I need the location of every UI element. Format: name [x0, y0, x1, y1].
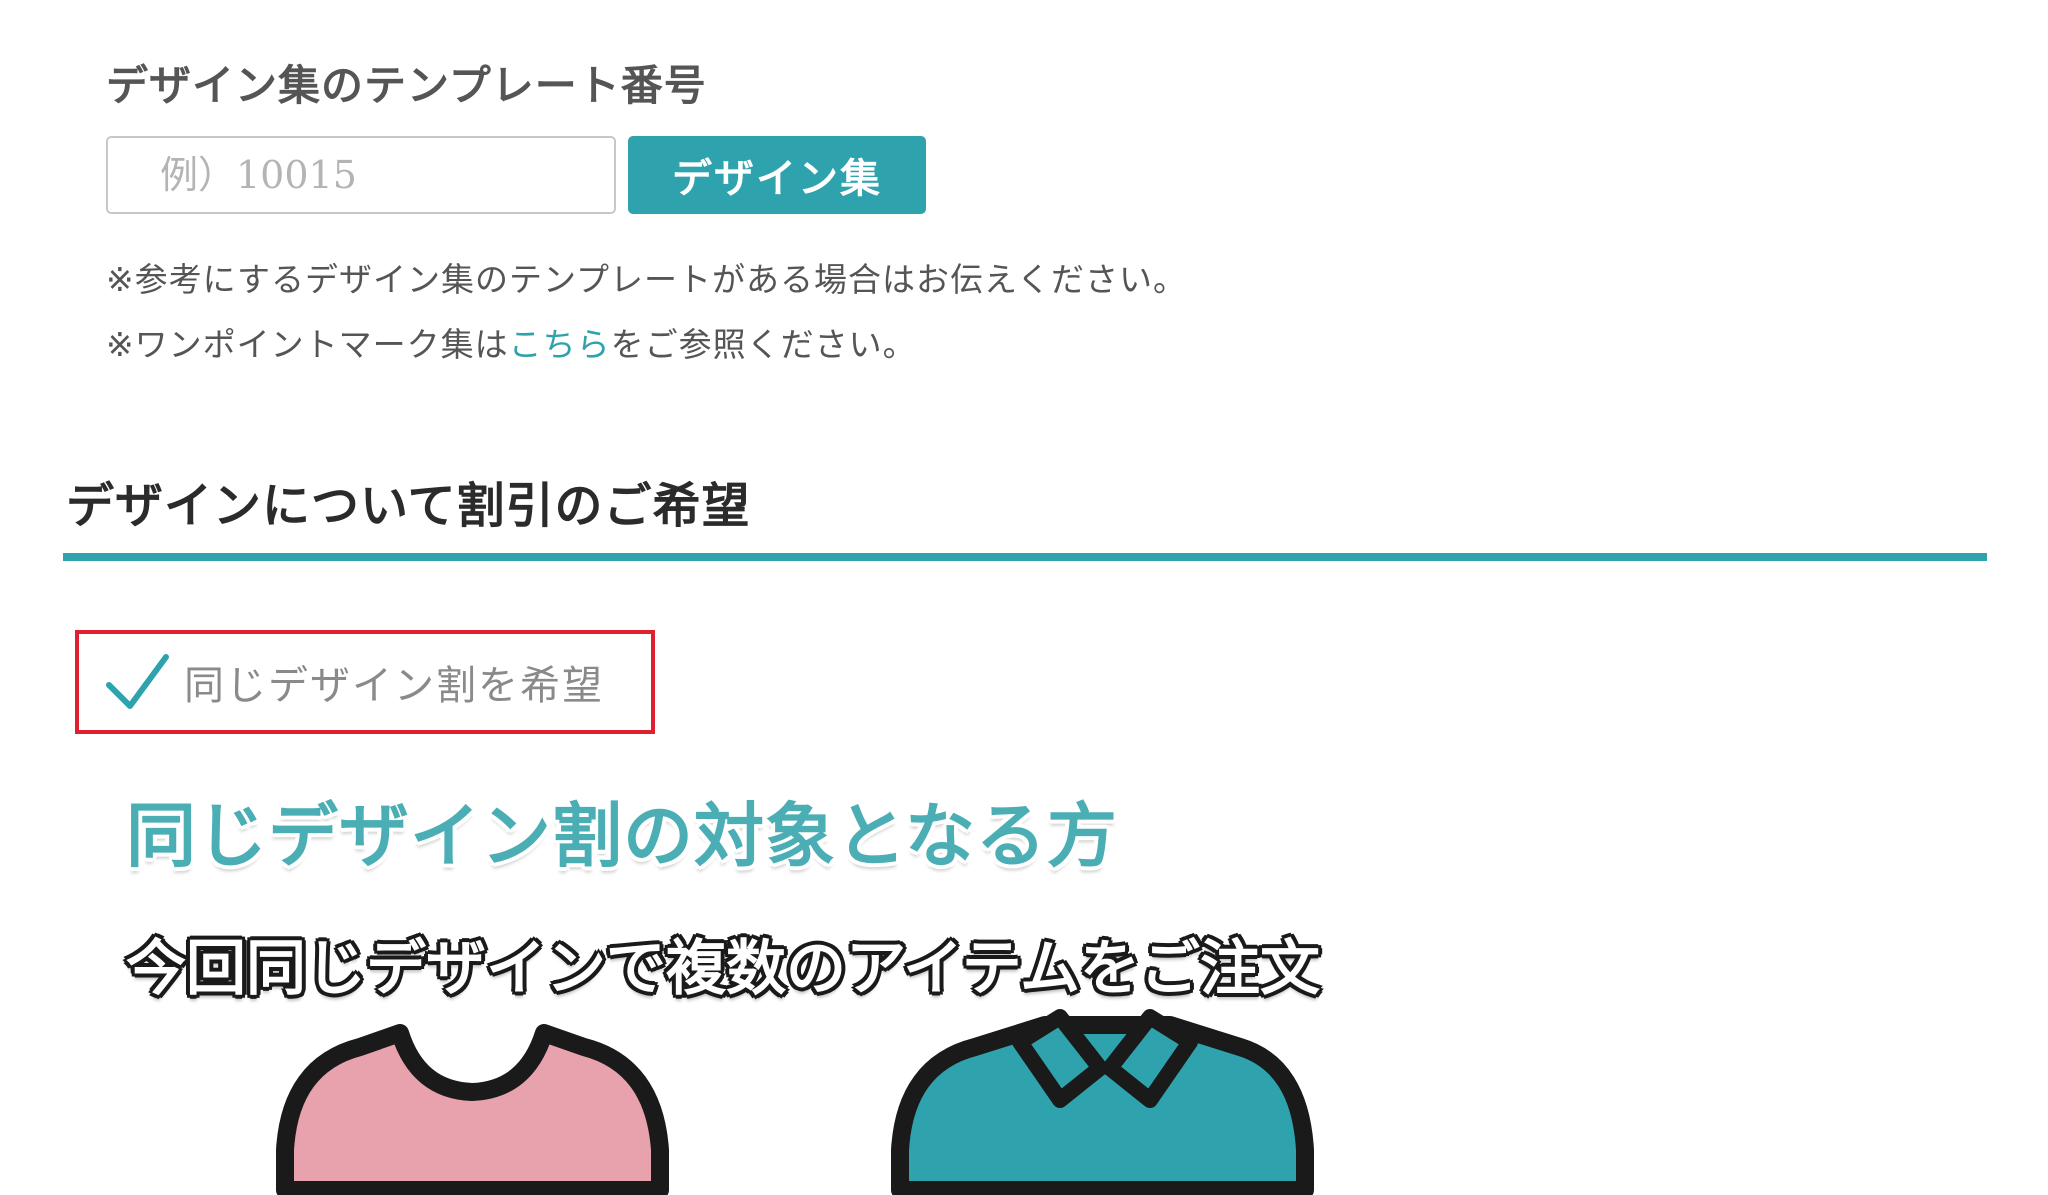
same-design-discount-checkbox[interactable]: 同じデザイン割を希望 [104, 652, 604, 712]
shirts-illustration [276, 1009, 1314, 1195]
checkbox-label: 同じデザイン割を希望 [184, 663, 604, 709]
template-note: ※参考にするデザイン集のテンプレートがある場合はお伝えください。 [106, 260, 1188, 299]
one-point-mark-note: ※ワンポイントマーク集はこちらをご参照ください。 [106, 318, 917, 366]
template-number-input[interactable] [106, 136, 616, 214]
polo-shirt-icon [891, 1009, 1314, 1195]
promo-title: 同じデザイン割の対象となる方 [126, 795, 1118, 877]
tshirt-icon [276, 1024, 669, 1195]
one-point-mark-link[interactable]: こちら [509, 325, 611, 364]
note-suffix: をご参照ください。 [610, 325, 917, 364]
design-collection-button[interactable]: デザイン集 [628, 136, 926, 214]
section-title: デザインについて割引のご希望 [66, 478, 751, 534]
template-number-label: デザイン集のテンプレート番号 [106, 61, 707, 110]
note-prefix: ※ワンポイントマーク集は [106, 325, 509, 364]
check-icon [106, 654, 169, 709]
section-divider [63, 553, 1987, 561]
